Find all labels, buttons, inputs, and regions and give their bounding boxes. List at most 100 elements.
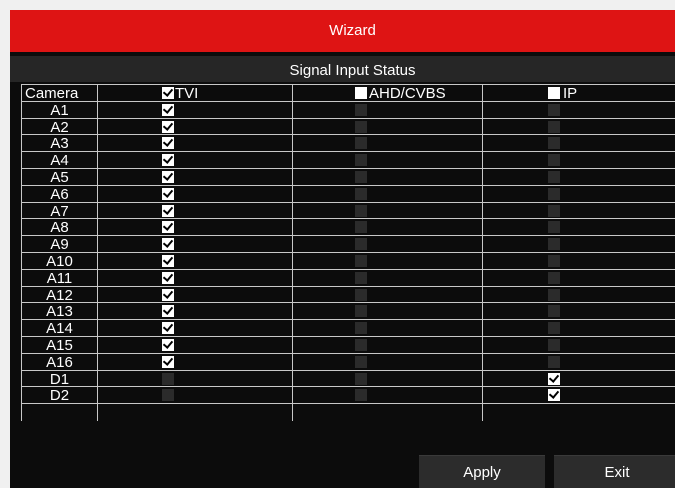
ip-checkbox[interactable] — [548, 171, 560, 183]
ahd-checkbox[interactable] — [355, 288, 367, 301]
ahd-checkbox[interactable] — [355, 372, 367, 385]
ip-checkbox[interactable] — [548, 288, 560, 301]
wizard-window: Wizard Signal Input Status Camera TVI AH… — [10, 10, 675, 488]
tvi-checkbox[interactable] — [162, 288, 174, 301]
ip-checkbox[interactable] — [548, 322, 560, 335]
tvi-checkbox[interactable] — [162, 322, 174, 335]
ahd-checkbox[interactable] — [355, 103, 367, 116]
ahd-checkbox[interactable] — [355, 271, 367, 284]
table-row: D1 — [22, 370, 675, 388]
tvi-checkbox[interactable] — [162, 204, 174, 217]
tvi-checkbox[interactable] — [162, 103, 174, 116]
camera-name: A14 — [46, 320, 73, 338]
camera-name: A1 — [50, 101, 69, 119]
ahd-checkbox[interactable] — [355, 238, 367, 251]
camera-name: A10 — [46, 253, 73, 270]
ahd-checkbox[interactable] — [355, 305, 367, 318]
ahd-checkbox[interactable] — [355, 187, 367, 200]
window-title: Wizard — [329, 22, 376, 39]
table-row: A11 — [22, 270, 675, 287]
apply-button[interactable]: Apply — [419, 455, 545, 488]
camera-name: A5 — [50, 169, 69, 186]
ip-checkbox[interactable] — [548, 204, 560, 217]
ip-checkbox[interactable] — [548, 187, 560, 200]
ahd-checkbox[interactable] — [355, 154, 367, 167]
ip-checkbox[interactable] — [548, 389, 560, 402]
camera-name: A13 — [46, 303, 73, 321]
title-bar: Wizard — [10, 10, 675, 52]
table-row: A1 — [22, 102, 675, 119]
tvi-checkbox[interactable] — [162, 271, 174, 284]
ip-checkbox[interactable] — [548, 238, 560, 251]
camera-name: A8 — [50, 219, 69, 237]
ahd-checkbox[interactable] — [355, 322, 367, 335]
ip-checkbox[interactable] — [548, 372, 560, 385]
ip-checkbox[interactable] — [548, 271, 560, 284]
camera-name: A11 — [46, 269, 73, 287]
camera-name: A6 — [50, 185, 69, 203]
ahd-checkbox[interactable] — [355, 171, 367, 183]
ip-checkbox[interactable] — [548, 339, 560, 351]
ip-checkbox[interactable] — [548, 221, 560, 234]
tvi-checkbox[interactable] — [162, 171, 174, 183]
select-all-tvi-checkbox[interactable] — [162, 87, 174, 99]
camera-name: A7 — [50, 202, 69, 220]
ahd-checkbox[interactable] — [355, 339, 367, 351]
ahd-checkbox[interactable] — [355, 255, 367, 267]
camera-name: D2 — [49, 387, 70, 405]
table-row: A9 — [22, 236, 675, 253]
tvi-checkbox[interactable] — [162, 255, 174, 267]
ahd-checkbox[interactable] — [355, 221, 367, 234]
camera-name: A3 — [50, 135, 69, 153]
tvi-checkbox[interactable] — [162, 372, 174, 385]
ahd-checkbox[interactable] — [355, 204, 367, 217]
ip-checkbox[interactable] — [548, 355, 560, 368]
camera-name: A9 — [50, 236, 69, 254]
table-row: A12 — [22, 286, 675, 304]
tvi-checkbox[interactable] — [162, 389, 174, 402]
tvi-checkbox[interactable] — [162, 137, 174, 150]
camera-name: A12 — [46, 286, 73, 304]
ip-checkbox[interactable] — [548, 103, 560, 116]
table-row: A4 — [22, 152, 675, 169]
panel-subtitle-text: Signal Input Status — [289, 62, 416, 79]
table-row: A3 — [22, 135, 675, 152]
header-tvi: TVI — [175, 85, 199, 102]
ahd-checkbox[interactable] — [355, 120, 367, 133]
ip-checkbox[interactable] — [548, 255, 560, 267]
table-row: A14 — [22, 320, 675, 337]
tvi-checkbox[interactable] — [162, 238, 174, 251]
ip-checkbox[interactable] — [548, 120, 560, 133]
camera-name: A15 — [46, 337, 73, 354]
panel-subtitle: Signal Input Status — [10, 62, 675, 84]
table-row: D2 — [22, 387, 675, 404]
ahd-checkbox[interactable] — [355, 137, 367, 150]
ip-checkbox[interactable] — [548, 154, 560, 167]
exit-button[interactable]: Exit — [554, 455, 675, 488]
camera-name: D1 — [49, 370, 70, 388]
header-ip: IP — [563, 85, 578, 102]
ip-checkbox[interactable] — [548, 305, 560, 318]
table-row: A2 — [22, 118, 675, 136]
signal-input-table: Camera TVI AHD/CVBS IP A1 A2 A3 A4 A5 A6 A7 A8 A… — [21, 84, 675, 421]
camera-name: A4 — [50, 152, 69, 170]
tvi-checkbox[interactable] — [162, 305, 174, 318]
table-row: A13 — [22, 303, 675, 320]
tvi-checkbox[interactable] — [162, 154, 174, 167]
header-camera: Camera — [25, 85, 79, 102]
ahd-checkbox[interactable] — [355, 389, 367, 402]
ip-checkbox[interactable] — [548, 137, 560, 150]
tvi-checkbox[interactable] — [162, 221, 174, 234]
select-all-ahd-checkbox[interactable] — [355, 87, 367, 99]
tvi-checkbox[interactable] — [162, 355, 174, 368]
tvi-checkbox[interactable] — [162, 187, 174, 200]
camera-name: A16 — [46, 353, 73, 371]
table-row: A15 — [22, 337, 675, 354]
camera-name: A2 — [50, 118, 69, 136]
select-all-ip-checkbox[interactable] — [548, 87, 560, 99]
table-row: A7 — [22, 202, 675, 220]
ahd-checkbox[interactable] — [355, 355, 367, 368]
table-row: A8 — [22, 219, 675, 236]
tvi-checkbox[interactable] — [162, 120, 174, 133]
tvi-checkbox[interactable] — [162, 339, 174, 351]
